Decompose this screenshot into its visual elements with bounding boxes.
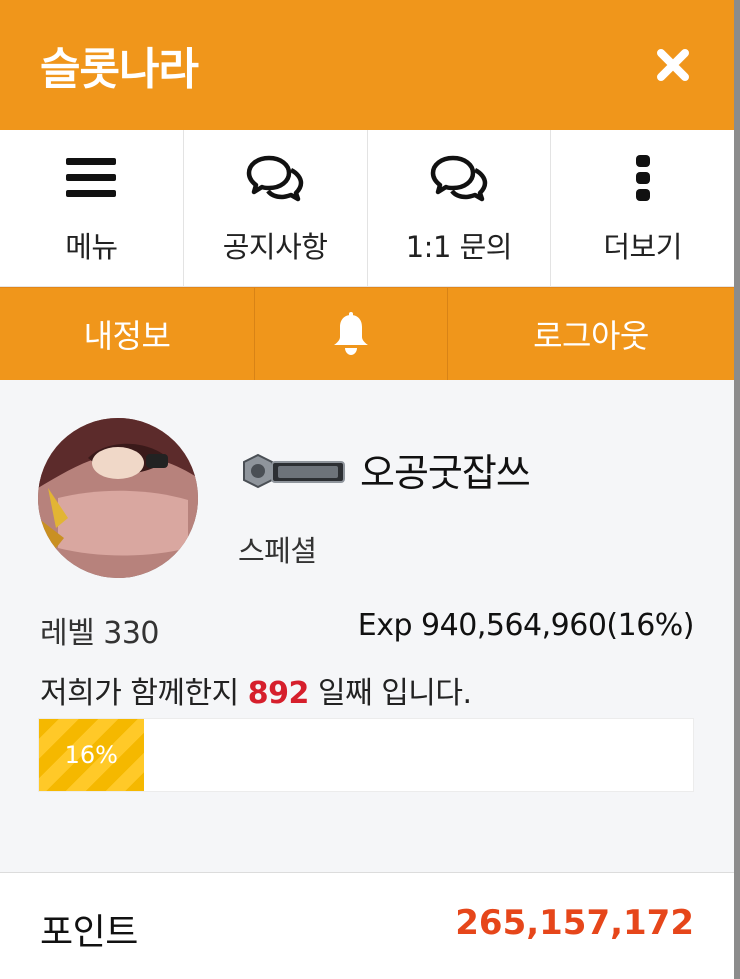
close-button[interactable] xyxy=(652,44,694,86)
notification-button[interactable] xyxy=(255,288,448,380)
nav-item-more[interactable]: 더보기 xyxy=(551,130,734,286)
vertical-dots-icon xyxy=(635,155,650,201)
chat-bubbles-icon xyxy=(246,155,304,202)
logout-button[interactable]: 로그아웃 xyxy=(448,288,734,380)
points-row: 포인트 265,157,172 xyxy=(0,872,734,979)
nav-item-label: 1:1 문의 xyxy=(405,230,513,264)
side-panel: 슬롯나라 메뉴 공지사항 1:1 문의 더보기 내정보 로그아웃 오공굿잡쓰 스… xyxy=(0,0,734,979)
nav-item-label: 공지사항 xyxy=(222,230,328,264)
avatar[interactable] xyxy=(38,418,198,578)
days-count: 892 xyxy=(247,676,310,711)
site-title: 슬롯나라 xyxy=(40,44,199,95)
level-badge-icon xyxy=(243,453,345,489)
quick-nav: 메뉴 공지사항 1:1 문의 더보기 xyxy=(0,130,734,287)
exp-progress-text: 16% xyxy=(64,741,118,769)
profile-section: 오공굿잡쓰 스페셜 레벨 330 Exp 940,564,960(16%) 저희… xyxy=(0,380,734,872)
days-prefix: 저희가 함께한지 xyxy=(40,676,239,711)
my-info-button[interactable]: 내정보 xyxy=(0,288,255,380)
points-value: 265,157,172 xyxy=(455,903,694,943)
hamburger-icon xyxy=(66,158,117,197)
days-suffix: 일째 입니다. xyxy=(317,676,472,711)
chat-bubbles-icon xyxy=(430,155,488,202)
avatar-image xyxy=(38,418,198,578)
exp-progress-bar: 16% xyxy=(38,718,694,792)
nickname: 오공굿잡쓰 xyxy=(360,451,531,495)
exp-progress-fill: 16% xyxy=(39,719,144,791)
nav-item-inquiry[interactable]: 1:1 문의 xyxy=(368,130,552,286)
level-label: 레벨 330 xyxy=(40,616,160,651)
nav-item-label: 메뉴 xyxy=(65,230,118,264)
account-bar: 내정보 로그아웃 xyxy=(0,287,734,380)
membership-days: 저희가 함께한지 892 일째 입니다. xyxy=(40,668,472,712)
nav-item-label: 더보기 xyxy=(603,230,682,264)
exp-label: Exp 940,564,960(16%) xyxy=(357,608,695,643)
nav-item-menu[interactable]: 메뉴 xyxy=(0,130,184,286)
close-icon xyxy=(657,49,689,81)
panel-header: 슬롯나라 xyxy=(0,0,734,130)
member-grade: 스페셜 xyxy=(238,534,317,568)
scrollbar-thumb[interactable] xyxy=(734,0,740,979)
points-label: 포인트 xyxy=(40,912,138,953)
bell-icon xyxy=(334,312,368,355)
nav-item-notice[interactable]: 공지사항 xyxy=(184,130,368,286)
